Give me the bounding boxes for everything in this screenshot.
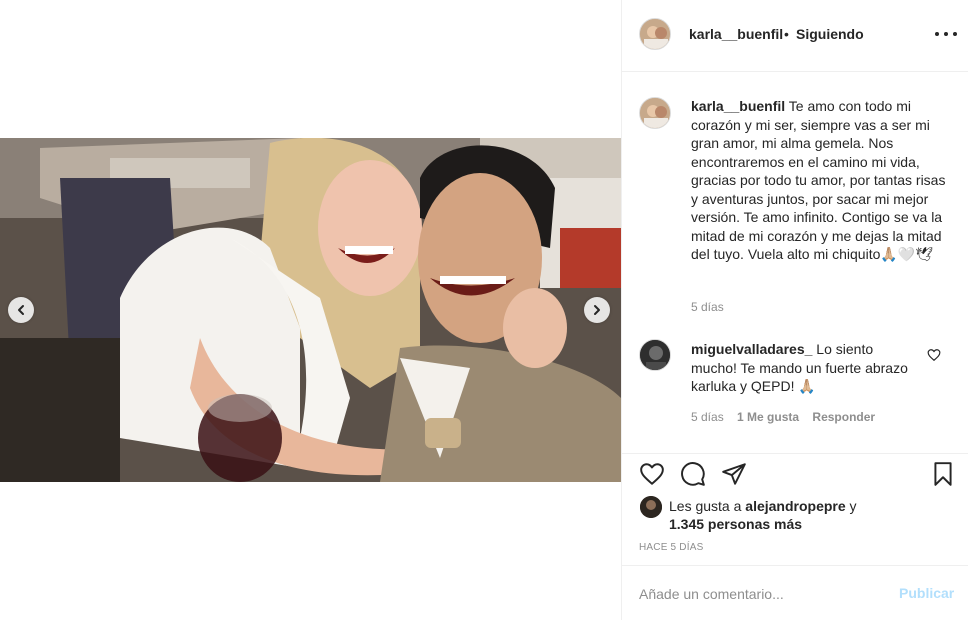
post-photo[interactable] xyxy=(0,138,621,482)
caption-username-link[interactable]: karla__buenfil xyxy=(691,98,785,114)
author-avatar-image xyxy=(640,19,670,49)
likes-count-link[interactable]: 1.345 personas más xyxy=(669,516,802,532)
caption-avatar-image xyxy=(640,98,670,128)
comment: miguelvalladares_ Lo siento mucho! Te ma… xyxy=(691,340,921,396)
next-photo-button[interactable] xyxy=(584,297,610,323)
comment-meta: 5 días 1 Me gusta Responder xyxy=(691,410,885,424)
reply-button[interactable]: Responder xyxy=(812,410,875,424)
add-comment-form: Publicar xyxy=(622,565,968,620)
previous-photo-button[interactable] xyxy=(8,297,34,323)
comment-bubble-icon[interactable] xyxy=(680,461,706,487)
media-pane xyxy=(0,0,621,620)
comment-likes-count[interactable]: 1 Me gusta xyxy=(737,410,799,424)
chevron-right-icon xyxy=(594,305,600,315)
likes-conjunction: y xyxy=(845,498,857,514)
commenter-avatar-image xyxy=(640,340,670,370)
post-actions: Les gusta a alejandropepre y 1.345 perso… xyxy=(622,453,968,565)
commenter-avatar[interactable] xyxy=(639,339,671,371)
comment-heart-icon[interactable] xyxy=(927,348,941,362)
post-age[interactable]: HACE 5 DÍAS xyxy=(639,542,703,553)
liker-avatar-image xyxy=(640,496,662,518)
heart-icon[interactable] xyxy=(639,461,665,487)
following-button[interactable]: Siguiendo xyxy=(796,26,864,42)
caption-body: Te amo con todo mi corazón y mi ser, sie… xyxy=(691,98,946,262)
chevron-left-icon xyxy=(18,305,24,315)
publish-button[interactable]: Publicar xyxy=(899,585,954,601)
header-separator: • xyxy=(784,26,789,42)
commenter-username-link[interactable]: miguelvalladares_ xyxy=(691,341,812,357)
comment-input[interactable] xyxy=(639,583,879,605)
likes-prefix: Les gusta a xyxy=(669,498,746,514)
post-side-panel: karla__buenfil • Siguiendo karla__buenfi… xyxy=(621,0,968,620)
comment-timestamp[interactable]: 5 días xyxy=(691,410,724,424)
bookmark-icon[interactable] xyxy=(930,461,956,487)
caption: karla__buenfil Te amo con todo mi corazó… xyxy=(691,97,953,264)
photo-illustration xyxy=(0,138,621,482)
caption-timestamp[interactable]: 5 días xyxy=(691,300,724,314)
liker-avatar[interactable] xyxy=(640,496,662,518)
author-username-link[interactable]: karla__buenfil xyxy=(689,26,783,42)
more-options-icon[interactable] xyxy=(935,24,957,44)
caption-author-avatar[interactable] xyxy=(639,97,671,129)
comments-list[interactable]: karla__buenfil Te amo con todo mi corazó… xyxy=(622,73,968,453)
likes-summary: Les gusta a alejandropepre y xyxy=(669,498,857,514)
author-avatar[interactable] xyxy=(639,18,671,50)
liker-username-link[interactable]: alejandropepre xyxy=(745,498,845,514)
post-header: karla__buenfil • Siguiendo xyxy=(622,0,968,72)
share-paper-plane-icon[interactable] xyxy=(721,461,747,487)
